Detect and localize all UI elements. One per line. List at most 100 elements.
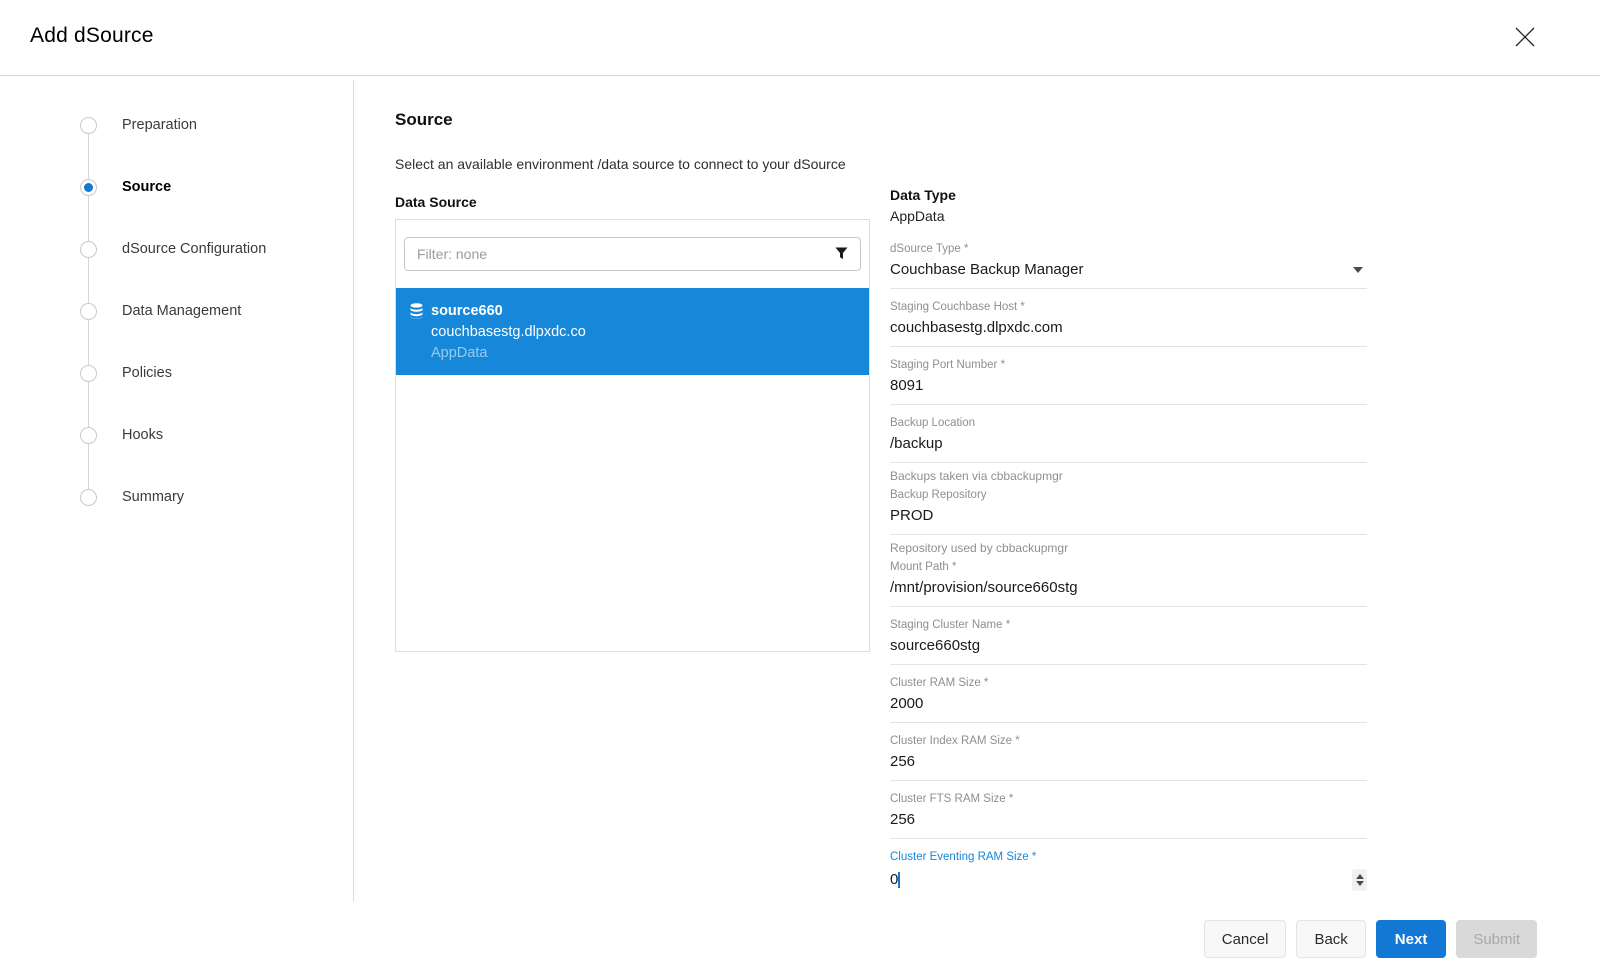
database-icon — [410, 303, 423, 319]
field-cluster-index-ram-size: Cluster Index RAM Size * 256 — [890, 735, 1367, 781]
step-hooks[interactable]: Hooks — [80, 426, 163, 444]
field-staging-port-number: Staging Port Number * 8091 — [890, 359, 1367, 405]
data-source-host: couchbasestg.dlpxdc.co — [431, 322, 586, 343]
field-backup-location: Backup Location/backup Backups taken via … — [890, 417, 1367, 483]
chevron-down-icon[interactable] — [1353, 267, 1363, 273]
data-source-item-texts: source660 couchbasestg.dlpxdc.co AppData — [431, 301, 586, 362]
back-button[interactable]: Back — [1296, 920, 1365, 958]
field-label: dSource Type * — [890, 243, 1367, 256]
field-dsource-type: dSource Type * Couchbase Backup Manager — [890, 243, 1367, 289]
step-policies[interactable]: Policies — [80, 364, 172, 382]
step-dot — [80, 365, 97, 382]
step-data-management[interactable]: Data Management — [80, 302, 241, 320]
data-source-type: AppData — [431, 343, 586, 364]
field-label: Staging Port Number * — [890, 359, 1367, 372]
field-input-backup-location[interactable]: /backup — [890, 430, 1367, 463]
field-value: /backup — [890, 435, 1367, 453]
field-input-staging-couchbase-host[interactable]: couchbasestg.dlpxdc.com — [890, 314, 1367, 347]
step-heading: Source — [395, 110, 870, 130]
step-dot — [80, 489, 97, 506]
field-label: Backup Repository — [890, 489, 1367, 502]
field-value: 256 — [890, 753, 1367, 771]
step-active-dot — [80, 179, 97, 196]
field-staging-cluster-name: Staging Cluster Name * source660stg — [890, 619, 1367, 665]
field-input-backup-repository[interactable]: PROD — [890, 502, 1367, 535]
cancel-button[interactable]: Cancel — [1204, 920, 1287, 958]
dialog-footer: Cancel Back Next Submit — [1204, 920, 1537, 958]
field-input-cluster-ram-size[interactable]: 2000 — [890, 690, 1367, 723]
field-input-cluster-eventing-ram-size[interactable]: 0 — [890, 864, 1367, 901]
stepper-up-icon[interactable] — [1356, 874, 1364, 879]
field-input-staging-port-number[interactable]: 8091 — [890, 372, 1367, 405]
step-preparation[interactable]: Preparation — [80, 116, 197, 134]
field-input-mount-path[interactable]: /mnt/provision/source660stg — [890, 574, 1367, 607]
field-value: source660stg — [890, 637, 1367, 655]
field-value: PROD — [890, 507, 1367, 525]
step-summary[interactable]: Summary — [80, 488, 184, 506]
field-label: Cluster Eventing RAM Size * — [890, 851, 1367, 864]
field-cluster-fts-ram-size: Cluster FTS RAM Size * 256 — [890, 793, 1367, 839]
source-step-panel: Source Select an available environment /… — [395, 110, 870, 652]
filter-field — [404, 237, 861, 271]
field-value: /mnt/provision/source660stg — [890, 579, 1367, 597]
field-label: Staging Cluster Name * — [890, 619, 1367, 632]
field-input-staging-cluster-name[interactable]: source660stg — [890, 632, 1367, 665]
field-helper-text: Backups taken via cbbackupmgr — [890, 469, 1367, 483]
field-label: Backup Location — [890, 417, 1367, 430]
submit-button[interactable]: Submit — [1456, 920, 1537, 958]
field-mount-path: Mount Path * /mnt/provision/source660stg — [890, 561, 1367, 607]
dialog-header: Add dSource — [0, 0, 1600, 76]
text-cursor — [898, 872, 900, 888]
step-dsource-configuration[interactable]: dSource Configuration — [80, 240, 266, 258]
field-input-cluster-fts-ram-size[interactable]: 256 — [890, 806, 1367, 839]
step-dot — [80, 303, 97, 320]
close-icon — [1514, 26, 1536, 48]
step-label: Summary — [122, 489, 184, 505]
step-label: Hooks — [122, 427, 163, 443]
field-label: Cluster Index RAM Size * — [890, 735, 1367, 748]
filter-icon[interactable] — [835, 247, 848, 260]
filter-input[interactable] — [404, 237, 861, 271]
data-type-value: AppData — [890, 208, 1367, 224]
step-label: dSource Configuration — [122, 241, 266, 257]
field-label: Mount Path * — [890, 561, 1367, 574]
wizard-stepper: Preparation Source dSource Configuration Da… — [80, 116, 345, 508]
data-source-name: source660 — [431, 301, 586, 322]
field-staging-couchbase-host: Staging Couchbase Host * couchbasestg.dlp… — [890, 301, 1367, 347]
next-button[interactable]: Next — [1376, 920, 1447, 958]
step-label: Source — [122, 179, 171, 195]
dialog-title: Add dSource — [30, 24, 154, 48]
data-type-label: Data Type — [890, 187, 1367, 203]
data-source-item[interactable]: source660 couchbasestg.dlpxdc.co AppData — [396, 288, 869, 375]
field-helper-text: Repository used by cbbackupmgr — [890, 541, 1367, 555]
step-source[interactable]: Source — [80, 178, 171, 196]
field-input-cluster-index-ram-size[interactable]: 256 — [890, 748, 1367, 781]
step-label: Policies — [122, 365, 172, 381]
step-label: Data Management — [122, 303, 241, 319]
number-stepper[interactable] — [1352, 869, 1367, 891]
field-label: Cluster FTS RAM Size * — [890, 793, 1367, 806]
field-label: Staging Couchbase Host * — [890, 301, 1367, 314]
field-backup-repository: Backup Repository PROD Repository used by … — [890, 489, 1367, 555]
field-input-dsource-type[interactable]: Couchbase Backup Manager — [890, 256, 1367, 289]
step-dot — [80, 427, 97, 444]
field-value: 0 — [890, 871, 1352, 889]
step-dot — [80, 117, 97, 134]
data-source-label: Data Source — [395, 194, 870, 210]
data-source-list: source660 couchbasestg.dlpxdc.co AppData — [395, 219, 870, 652]
field-value: 2000 — [890, 695, 1367, 713]
content-divider — [353, 80, 354, 902]
step-dot — [80, 241, 97, 258]
source-details-form: Data Type AppData dSource Type * Couchbas… — [890, 187, 1367, 913]
field-label: Cluster RAM Size * — [890, 677, 1367, 690]
field-value: 256 — [890, 811, 1367, 829]
field-cluster-ram-size: Cluster RAM Size * 2000 — [890, 677, 1367, 723]
field-cluster-eventing-ram-size: Cluster Eventing RAM Size * 0 — [890, 851, 1367, 901]
step-subtitle: Select an available environment /data so… — [395, 156, 870, 172]
field-value: Couchbase Backup Manager — [890, 261, 1353, 279]
close-button[interactable] — [1512, 25, 1538, 51]
stepper-down-icon[interactable] — [1356, 881, 1364, 886]
form-fields: dSource Type * Couchbase Backup Manager St… — [890, 243, 1367, 901]
field-value: couchbasestg.dlpxdc.com — [890, 319, 1367, 337]
field-value: 8091 — [890, 377, 1367, 395]
